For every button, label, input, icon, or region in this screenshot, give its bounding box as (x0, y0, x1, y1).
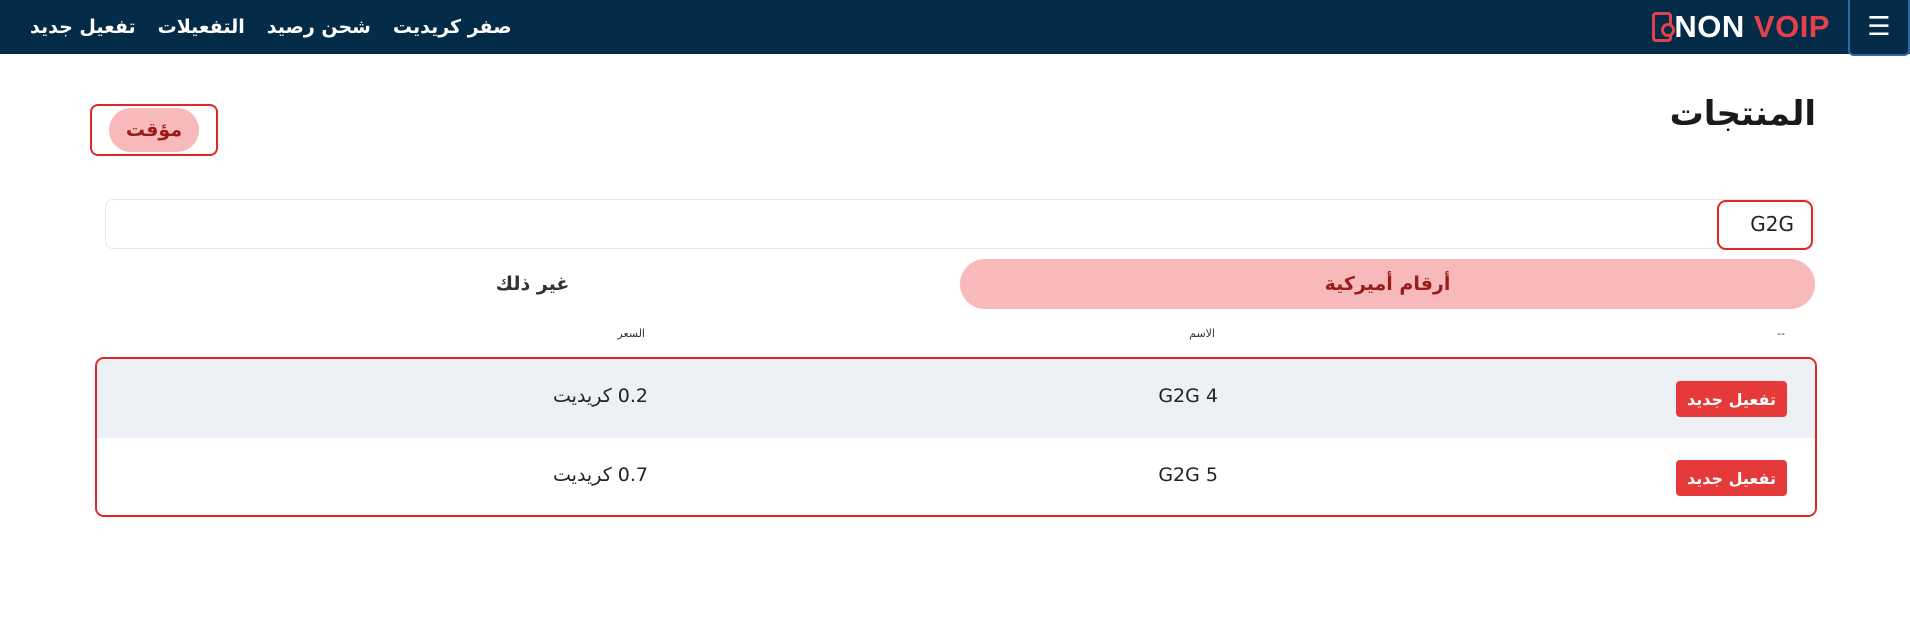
column-header-price: السعر (617, 327, 645, 340)
nav-links: تفعيل جديد التفعيلات شحن رصيد صفر كريديت (30, 0, 512, 54)
hamburger-menu-button[interactable]: ☰ (1848, 0, 1910, 56)
nav-link-recharge[interactable]: شحن رصيد (267, 16, 371, 38)
new-activation-button[interactable]: تفعيل جديد (1676, 381, 1787, 417)
new-activation-button[interactable]: تفعيل جديد (1676, 460, 1787, 496)
column-header-name: الاسم (1189, 327, 1215, 340)
table-row: تفعيل جديد G2G 4 0.2 كريديت (97, 359, 1815, 438)
product-name: G2G 5 (1158, 464, 1218, 486)
tab-other[interactable]: غير ذلك (105, 259, 960, 309)
table-row: تفعيل جديد G2G 5 0.7 كريديت (97, 438, 1815, 515)
tab-us-numbers[interactable]: أرقام أميركية (960, 259, 1815, 309)
timer-highlight: مؤقت (90, 104, 218, 156)
product-price: 0.2 كريديت (553, 385, 648, 407)
brand-logo-text: NON VOIP (1674, 9, 1830, 44)
timer-button[interactable]: مؤقت (109, 108, 199, 152)
phone-logo-icon (1652, 12, 1676, 42)
brand-logo[interactable]: NON VOIP (1652, 8, 1830, 46)
nav-link-zero-credit[interactable]: صفر كريديت (393, 16, 512, 38)
top-navbar: تفعيل جديد التفعيلات شحن رصيد صفر كريديت… (0, 0, 1910, 56)
product-name: G2G 4 (1158, 385, 1218, 407)
search-input[interactable] (106, 200, 1814, 248)
hamburger-icon: ☰ (1867, 12, 1891, 42)
nav-link-new-activation[interactable]: تفعيل جديد (30, 16, 136, 38)
product-price: 0.7 كريديت (553, 464, 648, 486)
page-title: المنتجات (1669, 94, 1816, 134)
products-table: تفعيل جديد G2G 4 0.2 كريديت تفعيل جديد G… (95, 357, 1817, 517)
column-header-action: -- (1777, 327, 1785, 340)
search-box (105, 199, 1815, 249)
nav-link-activations[interactable]: التفعيلات (158, 16, 245, 38)
